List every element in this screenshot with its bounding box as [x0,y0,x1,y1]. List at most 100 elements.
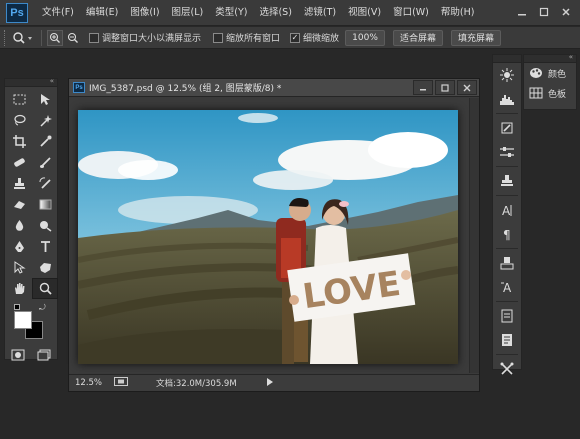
window-controls [512,4,576,20]
menu-edit[interactable]: 编辑(E) [80,0,124,26]
menu-help[interactable]: 帮助(H) [435,0,481,26]
quick-mask-icon[interactable] [11,349,25,364]
dodge-tool[interactable] [32,215,58,236]
eyedropper-tool[interactable] [32,131,58,152]
document-ps-icon: Ps [73,82,85,93]
zoom-tool[interactable] [32,278,58,299]
zoom-in-button[interactable] [47,29,63,46]
svg-text:A: A [502,204,511,217]
svg-text:A: A [503,281,512,294]
zoom-100-button[interactable]: 100% [345,29,386,46]
notes-icon[interactable] [493,304,521,328]
scrubby-zoom-label: 细微缩放 [303,34,340,44]
gradient-tool[interactable] [32,194,58,215]
type-tool[interactable] [32,236,58,257]
status-menu-icon[interactable] [266,377,273,389]
menu-file[interactable]: 文件(F) [36,0,80,26]
document-image[interactable]: LOVE [78,110,458,364]
photo-canvas: LOVE [78,110,458,364]
swatches-panel-label: 色板 [548,89,567,100]
color-palette-icon [530,68,542,78]
menu-layer[interactable]: 图层(L) [166,0,210,26]
scrubby-zoom-checkbox[interactable]: ✓ [290,32,301,43]
canvas-area[interactable]: LOVE [69,98,479,373]
status-zoom[interactable]: 12.5% [75,378,102,388]
swatches-panel-tab[interactable]: 色板 [524,83,576,103]
status-doc-size: 文档:32.0M/305.9M [156,379,237,389]
navigator-icon[interactable] [493,63,521,87]
svg-text:¶: ¶ [503,228,511,241]
history-brush-tool[interactable] [32,173,58,194]
document-title-bar[interactable]: Ps IMG_5387.psd @ 12.5% (组 2, 图层蒙版/8) * [69,79,479,97]
menu-bar: Ps 文件(F) 编辑(E) 图像(I) 图层(L) 类型(Y) 选择(S) 滤… [0,0,580,26]
menu-image[interactable]: 图像(I) [124,0,165,26]
tool-preset-picker[interactable] [10,29,36,47]
menu-select[interactable]: 选择(S) [253,0,297,26]
zoom-all-windows-label: 缩放所有窗口 [226,34,281,44]
swatches-grid-icon [529,87,543,99]
options-bar: 调整窗口大小以满屏显示 缩放所有窗口 ✓ 细微缩放 100% 适合屏幕 填充屏幕 [0,27,580,49]
hand-tool[interactable] [6,278,32,299]
default-colors-icon[interactable] [14,304,20,310]
adjustments-icon[interactable] [493,140,521,164]
vertical-scrollbar[interactable] [469,98,479,373]
clone-source-icon[interactable] [493,169,521,193]
menu-window[interactable]: 窗口(W) [387,0,435,26]
color-swatches: ⤾ [5,303,57,343]
tools-grid [5,87,58,301]
blur-tool[interactable] [6,215,32,236]
histogram-icon[interactable] [493,87,521,111]
document-title: IMG_5387.psd @ 12.5% (组 2, 图层蒙版/8) * [89,84,282,94]
doc-minimize-icon[interactable] [413,80,433,95]
brush-presets-icon[interactable] [493,116,521,140]
zoom-icon [13,31,32,44]
resize-windows-checkbox[interactable] [89,32,99,43]
magic-wand-tool[interactable] [32,110,58,131]
marquee-tool[interactable] [6,89,32,110]
clone-stamp-tool[interactable] [6,173,32,194]
tool-presets-icon[interactable] [493,251,521,275]
path-selection-tool[interactable] [6,257,32,278]
foreground-color[interactable] [14,311,32,329]
color-panel-label: 颜色 [548,69,567,80]
options-grip[interactable] [4,29,8,46]
character-icon[interactable]: A [493,198,521,222]
panel-header[interactable]: « [524,53,576,63]
zoom-all-windows-checkbox[interactable] [213,32,224,43]
status-preview-icon[interactable] [114,377,129,389]
dock-header[interactable] [493,55,521,63]
eraser-tool[interactable] [6,194,32,215]
pen-tool[interactable] [6,236,32,257]
close-icon[interactable] [556,4,576,20]
tools-panel: « ⤾ [4,77,58,361]
document-controls [413,80,477,95]
menu-type[interactable]: 类型(Y) [209,0,253,26]
fill-screen-button[interactable]: 填充屏幕 [451,29,502,46]
doc-maximize-icon[interactable] [435,80,455,95]
color-panel-tab[interactable]: 颜色 [524,63,576,83]
collapse-icon[interactable]: « [50,77,54,85]
menu-view[interactable]: 视图(V) [342,0,387,26]
collapse-icon[interactable]: « [569,53,573,61]
move-tool[interactable] [32,89,58,110]
doc-close-icon[interactable] [457,80,477,95]
screen-mode-icon[interactable] [37,349,51,364]
info-icon[interactable] [493,328,521,352]
photoshop-logo: Ps [6,2,28,23]
healing-brush-tool[interactable] [6,152,32,173]
tools-extra-icon[interactable] [493,357,521,381]
document-window: Ps IMG_5387.psd @ 12.5% (组 2, 图层蒙版/8) * [68,78,480,392]
fit-screen-button[interactable]: 适合屏幕 [393,29,444,46]
lasso-tool[interactable] [6,110,32,131]
crop-tool[interactable] [6,131,32,152]
swap-colors-icon[interactable]: ⤾ [39,303,46,313]
restore-icon[interactable] [534,4,554,20]
paragraph-icon[interactable]: ¶ [493,222,521,246]
custom-shape-tool[interactable] [32,257,58,278]
minimize-icon[interactable] [512,4,532,20]
glyphs-icon[interactable]: A [493,275,521,299]
brush-tool[interactable] [32,152,58,173]
menu-filter[interactable]: 滤镜(T) [298,0,342,26]
tools-panel-header[interactable]: « [5,77,57,87]
zoom-out-button[interactable] [65,29,81,46]
